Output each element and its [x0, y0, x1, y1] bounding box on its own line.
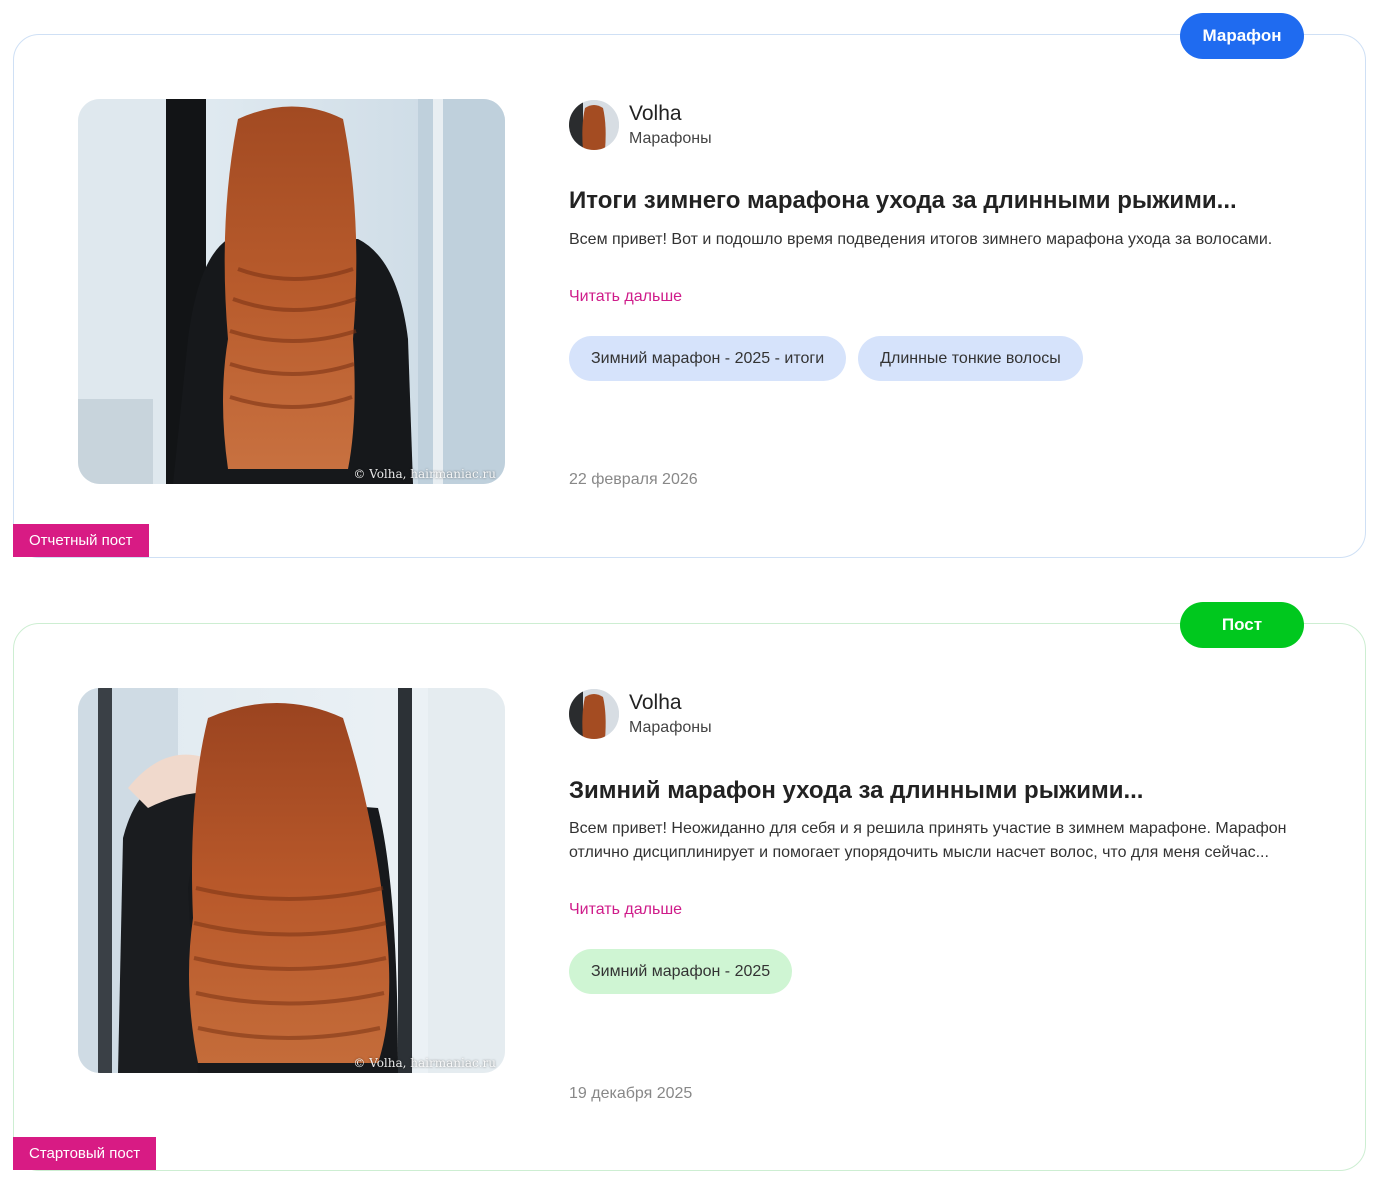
post-title[interactable]: Зимний марафон ухода за длинными рыжими.… — [569, 777, 1143, 805]
author-category[interactable]: Марафоны — [629, 719, 712, 737]
avatar-image — [569, 689, 619, 739]
read-more-link[interactable]: Читать дальше — [569, 901, 682, 919]
post-card[interactable]: Марафон © Volha, hairmaniac.ru Volha Мар… — [13, 13, 1366, 558]
tag-chip[interactable]: Длинные тонкие волосы — [858, 336, 1083, 381]
author-avatar[interactable] — [569, 689, 619, 739]
author-name[interactable]: Volha — [629, 102, 712, 126]
author-category[interactable]: Марафоны — [629, 130, 712, 148]
photo-watermark: © Volha, hairmaniac.ru — [353, 1056, 496, 1070]
tag-list: Зимний марафон - 2025 - итоги Длинные то… — [569, 336, 1083, 381]
post-kind-badge: Отчетный пост — [13, 524, 149, 557]
tag-chip[interactable]: Зимний марафон - 2025 — [569, 949, 793, 994]
author-block[interactable]: Volha Марафоны — [569, 689, 712, 739]
tag-chip[interactable]: Зимний марафон - 2025 - итоги — [569, 336, 847, 381]
author-name[interactable]: Volha — [629, 691, 712, 715]
post-date: 22 февраля 2026 — [569, 471, 698, 488]
photo-watermark: © Volha, hairmaniac.ru — [353, 467, 496, 481]
post-title[interactable]: Итоги зимнего марафона ухода за длинными… — [569, 187, 1237, 215]
read-more-link[interactable]: Читать дальше — [569, 288, 682, 306]
avatar-image — [569, 100, 619, 150]
post-card[interactable]: Пост © Volha, hairmaniac.ru Volha Марафо… — [13, 602, 1366, 1171]
post-kind-badge: Стартовый пост — [13, 1137, 157, 1170]
post-excerpt: Всем привет! Вот и подошло время подведе… — [569, 231, 1273, 248]
post-type-pill[interactable]: Марафон — [1180, 13, 1304, 59]
post-type-pill[interactable]: Пост — [1180, 602, 1304, 648]
author-block[interactable]: Volha Марафоны — [569, 100, 712, 150]
post-photo[interactable]: © Volha, hairmaniac.ru — [78, 99, 505, 484]
tag-list: Зимний марафон - 2025 — [569, 949, 793, 994]
post-photo-image — [78, 688, 505, 1073]
post-date: 19 декабря 2025 — [569, 1085, 693, 1102]
post-photo[interactable]: © Volha, hairmaniac.ru — [78, 688, 505, 1073]
post-excerpt: Всем привет! Неожиданно для себя и я реш… — [569, 820, 1287, 861]
author-avatar[interactable] — [569, 100, 619, 150]
post-photo-image — [78, 99, 505, 484]
